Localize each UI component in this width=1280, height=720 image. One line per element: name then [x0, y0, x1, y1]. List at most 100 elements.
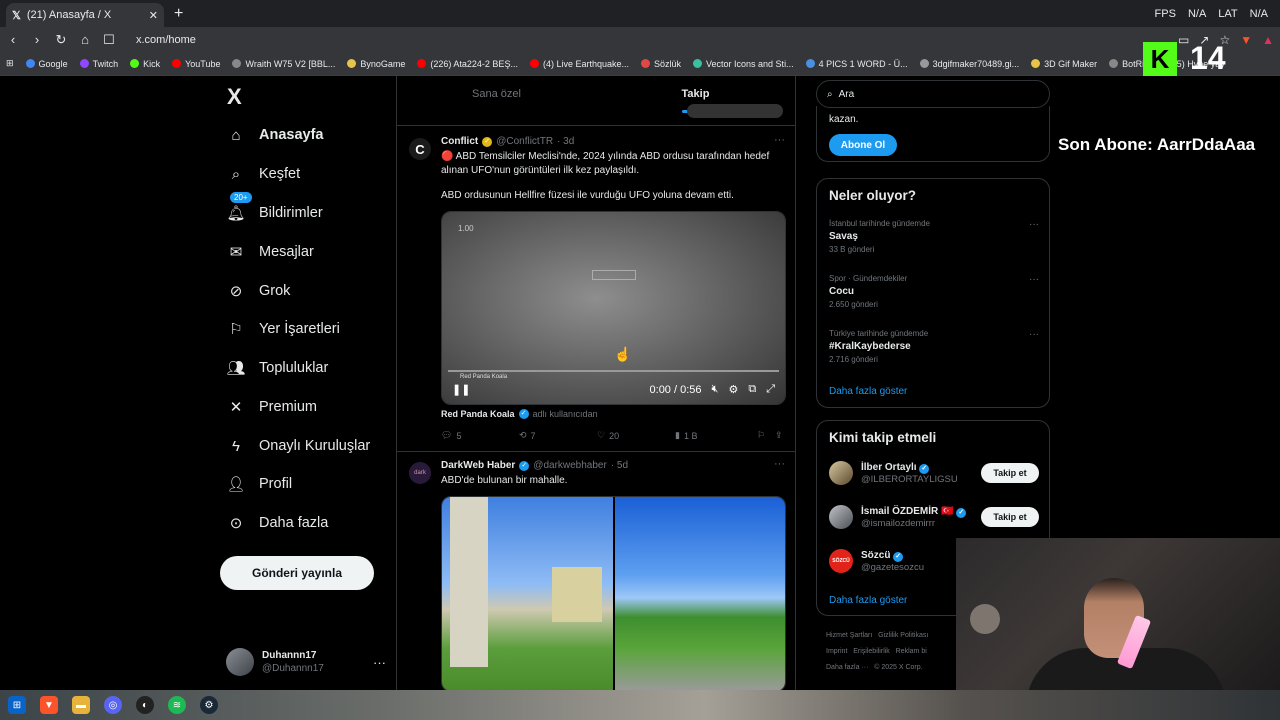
brave-shield-icon[interactable]: ▼: [1240, 33, 1252, 47]
footer-link[interactable]: Gizlilik Politikası: [878, 632, 928, 639]
steam-icon[interactable]: ⚙: [200, 696, 218, 714]
bookmark-item[interactable]: Sözlük: [641, 59, 681, 69]
rewards-icon[interactable]: ▲: [1262, 33, 1274, 47]
follow-button[interactable]: Takip et: [981, 463, 1039, 483]
apps-grid-icon[interactable]: ⊞: [6, 58, 14, 69]
settings-gear-icon[interactable]: ⚙: [728, 383, 738, 396]
picture-in-picture-icon[interactable]: ⧉: [748, 383, 756, 396]
more-icon[interactable]: ···: [373, 655, 386, 670]
back-icon[interactable]: ‹: [6, 32, 20, 47]
nav-item-profile[interactable]: 👤︎ Profil: [226, 475, 292, 493]
footer-link[interactable]: Imprint: [826, 648, 847, 655]
follow-suggestion[interactable]: İsmail ÖZDEMİR 🇹🇷 ✓ @ismailozdemirrr Tak…: [829, 505, 1039, 529]
account-switcher[interactable]: Duhannn17 @Duhannn17 ···: [226, 648, 386, 676]
nav-item-home[interactable]: ⌂ Anasayfa: [227, 126, 323, 144]
views-button[interactable]: ▮ 1 B: [675, 430, 757, 441]
nav-item-notifications[interactable]: 🔔︎ 20+ Bildirimler: [226, 192, 323, 222]
nav-item-explore[interactable]: ⌕ Keşfet: [227, 165, 300, 183]
video-progress-bar[interactable]: [448, 370, 779, 372]
author-name[interactable]: Conflict: [441, 136, 478, 147]
folder-icon[interactable]: ▬: [72, 696, 90, 714]
reply-button[interactable]: 💬︎ 5: [441, 430, 519, 441]
bookmark-item[interactable]: Wraith W75 V2 [BBL...: [232, 59, 335, 69]
new-tab-icon[interactable]: +: [174, 5, 183, 23]
reload-icon[interactable]: ↻: [54, 32, 68, 48]
nav-item-grok[interactable]: ⊘ Grok: [227, 282, 291, 300]
close-tab-icon[interactable]: ✕: [149, 9, 158, 22]
footer-link[interactable]: Hizmet Şartları: [826, 632, 872, 639]
mute-icon[interactable]: 🔇︎: [712, 383, 719, 396]
show-more-link[interactable]: Daha fazla göster: [829, 595, 907, 606]
fullscreen-icon[interactable]: ⤢: [766, 383, 775, 396]
nav-item-communities[interactable]: 👥︎ Topluluklar: [226, 359, 328, 377]
url-bar[interactable]: x.com/home: [136, 34, 196, 46]
bookmark-item[interactable]: Twitch: [79, 59, 118, 69]
bookmark-item[interactable]: (4) Live Earthquake...: [529, 59, 629, 69]
follow-button[interactable]: Takip et: [981, 507, 1039, 527]
author-name[interactable]: DarkWeb Haber: [441, 460, 515, 471]
nav-item-verified-orgs[interactable]: ϟ Onaylı Kuruluşlar: [227, 437, 370, 455]
bookmark-item[interactable]: 4 PICS 1 WORD - Ü...: [805, 59, 908, 69]
cast-icon[interactable]: ▭: [1178, 33, 1189, 47]
post-time[interactable]: · 5d: [611, 460, 628, 471]
more-icon[interactable]: ···: [774, 458, 785, 470]
nav-item-premium[interactable]: ✕ Premium: [227, 398, 317, 416]
pause-icon[interactable]: ❚❚: [452, 383, 470, 396]
bookmark-item[interactable]: Google: [25, 59, 68, 69]
photo-left[interactable]: [442, 497, 615, 690]
nav-item-bookmarks[interactable]: ⚐ Yer İşaretleri: [227, 320, 340, 338]
bookmark-page-icon[interactable]: ☐: [102, 32, 116, 48]
post-avatar[interactable]: C: [409, 138, 431, 160]
windows-start-icon[interactable]: ⊞: [8, 696, 26, 714]
bookmark-post-icon[interactable]: ⚐: [757, 430, 775, 441]
repost-button[interactable]: ⟲ 7: [519, 430, 597, 441]
footer-link[interactable]: Daha fazla ···: [826, 664, 868, 671]
bookmark-item[interactable]: YouTube: [172, 59, 220, 69]
bookmark-item[interactable]: 3D Gif Maker: [1031, 59, 1097, 69]
spotify-icon[interactable]: ≋: [168, 696, 186, 714]
post[interactable]: dark DarkWeb Haber ✓ @darkwebhaber · 5d …: [397, 452, 795, 690]
photo-grid[interactable]: [441, 496, 786, 690]
more-icon[interactable]: ···: [774, 134, 785, 146]
show-more-link[interactable]: Daha fazla göster: [829, 386, 907, 397]
subscribe-button[interactable]: Abone Ol: [829, 134, 897, 156]
video-player[interactable]: 1.00 Red Panda Koala ❚❚ 0:00 / 0:56 🔇︎ ⚙…: [441, 211, 786, 405]
more-icon[interactable]: ···: [1029, 274, 1039, 285]
trend-item[interactable]: İstanbul tarihinde gündemde Savaş 33 B g…: [829, 219, 1039, 254]
nav-item-messages[interactable]: ✉ Mesajlar: [227, 243, 314, 261]
post[interactable]: C Conflict ✓ @ConflictTR · 3d ··· 🔴 ABD …: [397, 126, 795, 452]
bookmark-item[interactable]: 3dgifmaker70489.gi...: [919, 59, 1019, 69]
bookmark-item[interactable]: Vector Icons and Sti...: [693, 59, 794, 69]
x-logo-icon[interactable]: X: [227, 84, 242, 110]
home-browser-icon[interactable]: ⌂: [78, 32, 92, 47]
bookmark-item[interactable]: BynoGame: [347, 59, 405, 69]
search-input[interactable]: ⌕ Ara: [816, 80, 1050, 108]
video-frame[interactable]: 1.00 Red Panda Koala ❚❚ 0:00 / 0:56 🔇︎ ⚙…: [442, 212, 785, 404]
share-post-icon[interactable]: ⇪: [775, 430, 783, 441]
photo-right[interactable]: [614, 497, 785, 690]
tab-for-you[interactable]: Sana özel: [397, 76, 596, 125]
more-icon[interactable]: ···: [1029, 329, 1039, 340]
forward-icon[interactable]: ›: [30, 32, 44, 47]
author-handle[interactable]: @darkwebhaber: [533, 460, 607, 471]
more-icon[interactable]: ···: [1029, 219, 1039, 230]
nav-item-more[interactable]: ⊙ Daha fazla: [227, 514, 329, 532]
post-avatar[interactable]: dark: [409, 462, 431, 484]
app-icon[interactable]: ◐: [136, 696, 154, 714]
follow-suggestion[interactable]: İlber Ortaylı ✓ @ILBERORTAYLIGSU Takip e…: [829, 461, 1039, 485]
brave-icon[interactable]: ▼: [40, 696, 58, 714]
trend-item[interactable]: Spor · Gündemdekiler Cocu 2.650 gönderi …: [829, 274, 1039, 309]
post-time[interactable]: · 3d: [557, 136, 574, 147]
trend-item[interactable]: Türkiye tarihinde gündemde #KralKaybeder…: [829, 329, 1039, 364]
new-posts-pill[interactable]: [687, 104, 783, 118]
footer-link[interactable]: Erişilebilirlik: [853, 648, 890, 655]
footer-link[interactable]: Reklam bi: [896, 648, 927, 655]
discord-icon[interactable]: ◎: [104, 696, 122, 714]
author-handle[interactable]: @ConflictTR: [496, 136, 553, 147]
source-name[interactable]: Red Panda Koala: [441, 409, 515, 419]
post-button[interactable]: Gönderi yayınla: [220, 556, 374, 590]
like-button[interactable]: ♡ 20: [597, 430, 675, 441]
bookmark-item[interactable]: Kick: [130, 59, 160, 69]
browser-tab[interactable]: 𝕏 (21) Anasayfa / X ✕: [6, 3, 164, 27]
bookmark-item[interactable]: (226) Ata224-2 BEŞ...: [417, 59, 518, 69]
